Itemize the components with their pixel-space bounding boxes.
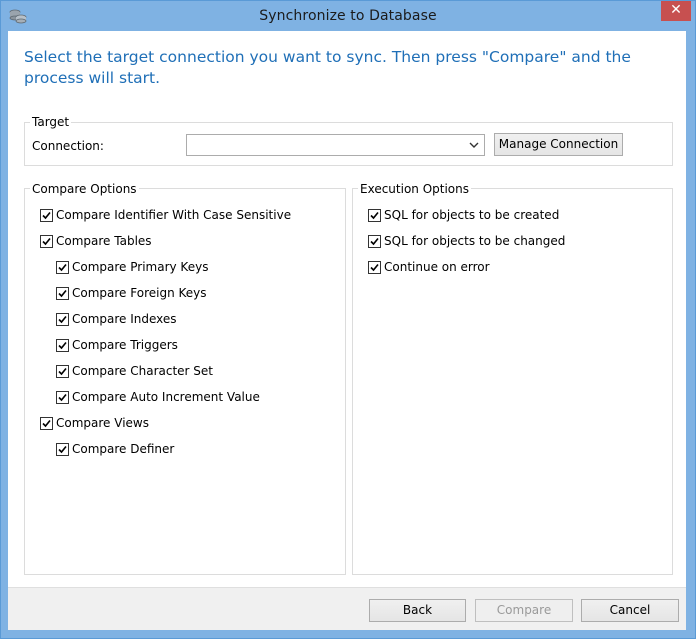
checkbox-label: Compare Triggers <box>72 338 178 352</box>
check-icon <box>42 419 51 428</box>
checkbox-box[interactable] <box>56 287 69 300</box>
target-group-label: Target <box>30 115 72 129</box>
checkbox-box[interactable] <box>56 391 69 404</box>
execution-options-label: Execution Options <box>358 182 472 196</box>
window-title: Synchronize to Database <box>259 8 437 24</box>
check-icon <box>58 393 67 402</box>
checkbox-label: SQL for objects to be changed <box>384 234 566 248</box>
checkbox-box[interactable] <box>368 261 381 274</box>
checkbox-box[interactable] <box>56 339 69 352</box>
chevron-down-icon <box>469 142 479 148</box>
checkbox-label: Compare Definer <box>72 442 175 456</box>
instruction-text: Select the target connection you want to… <box>24 48 631 87</box>
check-icon <box>370 237 379 246</box>
checkbox-box[interactable] <box>56 365 69 378</box>
check-icon <box>58 263 67 272</box>
checkbox-box[interactable] <box>368 209 381 222</box>
checkbox-label: Compare Identifier With Case Sensitive <box>56 208 292 222</box>
back-button[interactable]: Back <box>369 599 466 622</box>
checkbox-box[interactable] <box>40 417 53 430</box>
checkbox-box[interactable] <box>368 235 381 248</box>
check-icon <box>58 315 67 324</box>
check-icon <box>370 263 379 272</box>
checkbox-box[interactable] <box>56 313 69 326</box>
manage-connection-button[interactable]: Manage Connection <box>494 133 623 156</box>
checkbox-label: Compare Views <box>56 416 149 430</box>
checkbox-label: Compare Character Set <box>72 364 214 378</box>
checkbox-label: Compare Indexes <box>72 312 177 326</box>
checkbox-box[interactable] <box>40 209 53 222</box>
compare-options-label: Compare Options <box>30 182 139 196</box>
check-icon <box>58 289 67 298</box>
checkbox-label: Continue on error <box>384 260 490 274</box>
checkbox-label: Compare Foreign Keys <box>72 286 207 300</box>
close-button[interactable]: ✕ <box>661 1 691 21</box>
title-bar[interactable]: Synchronize to Database ✕ <box>1 1 695 32</box>
check-icon <box>58 341 67 350</box>
checkbox-box[interactable] <box>56 443 69 456</box>
check-icon <box>58 367 67 376</box>
check-icon <box>42 237 51 246</box>
close-icon: ✕ <box>670 2 682 18</box>
cancel-button[interactable]: Cancel <box>581 599 679 622</box>
checkbox-label: SQL for objects to be created <box>384 208 560 222</box>
connection-label: Connection: <box>32 139 104 153</box>
check-icon <box>370 211 379 220</box>
checkbox-label: Compare Auto Increment Value <box>72 390 260 404</box>
checkbox-box[interactable] <box>56 261 69 274</box>
checkbox-box[interactable] <box>40 235 53 248</box>
check-icon <box>58 445 67 454</box>
checkbox-label: Compare Primary Keys <box>72 260 209 274</box>
check-icon <box>42 211 51 220</box>
compare-button[interactable]: Compare <box>475 599 573 622</box>
connection-select[interactable] <box>186 134 485 156</box>
checkbox-label: Compare Tables <box>56 234 152 248</box>
